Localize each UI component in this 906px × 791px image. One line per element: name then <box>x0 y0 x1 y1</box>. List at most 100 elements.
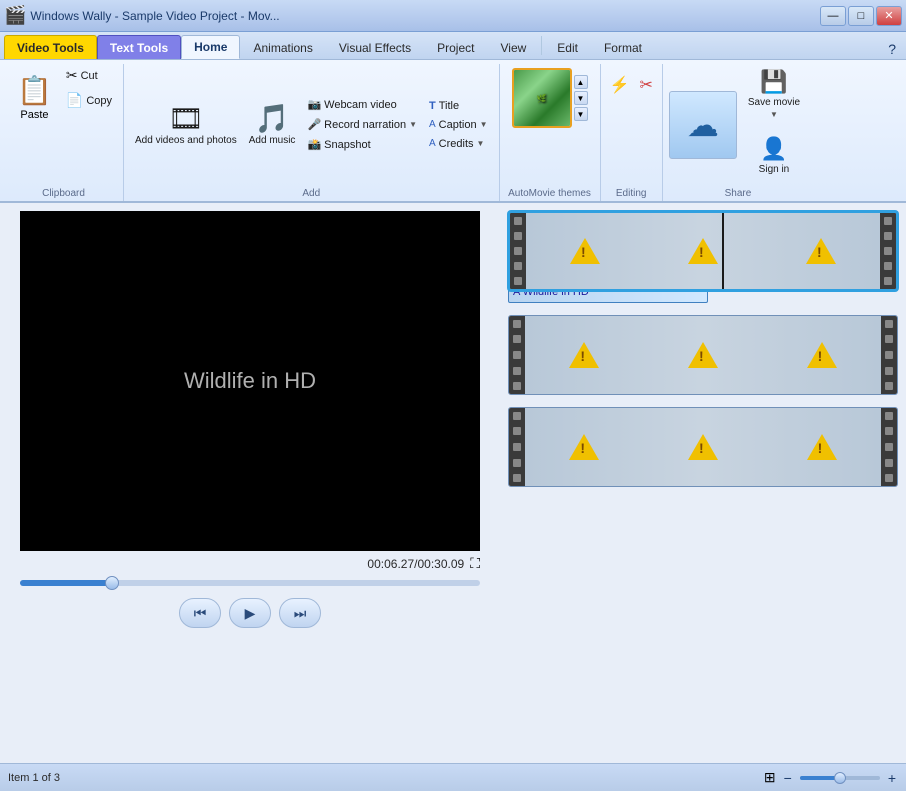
strip-content-2 <box>525 316 881 394</box>
fast-forward-button[interactable]: ⏭ <box>279 598 321 628</box>
record-narration-button[interactable]: 🎤 Record narration ▼ <box>302 115 422 134</box>
view-switch-icon[interactable]: ⊞ <box>764 769 776 786</box>
copy-button[interactable]: 📄 Copy <box>61 89 117 112</box>
video-preview: Wildlife in HD <box>20 211 480 551</box>
tab-video-tools[interactable]: Video Tools <box>4 35 97 59</box>
add-videos-icon: 🎞 <box>168 102 204 135</box>
strip-content-3 <box>525 408 881 486</box>
snapshot-button[interactable]: 📸 Snapshot <box>302 135 422 154</box>
tab-animations[interactable]: Animations <box>240 35 325 59</box>
music-icon: 🎵 <box>255 102 290 135</box>
film-edge-right-3 <box>881 408 897 486</box>
video-area: Wildlife in HD 00:06.27/00:30.09 ⛶ ⏮ ▶ ⏭ <box>0 203 500 763</box>
film-edge-left-1 <box>510 213 526 289</box>
clipboard-group-label: Clipboard <box>4 188 123 199</box>
add-group-label: Add <box>124 188 499 199</box>
credits-button[interactable]: A Credits ▼ <box>424 135 493 153</box>
main-content: Wildlife in HD 00:06.27/00:30.09 ⛶ ⏮ ▶ ⏭ <box>0 203 906 763</box>
close-button[interactable]: ✕ <box>876 6 902 26</box>
save-movie-button[interactable]: 💾 Save movie ▼ <box>741 64 807 124</box>
minimize-button[interactable]: — <box>820 6 846 26</box>
warning-triangle <box>569 434 599 460</box>
caption-button[interactable]: A Caption ▼ <box>424 116 493 134</box>
film-hole <box>513 412 521 420</box>
rewind-button[interactable]: ⏮ <box>179 598 221 628</box>
film-hole <box>514 277 522 285</box>
warning-icon-1c <box>806 238 836 264</box>
film-hole <box>514 232 522 240</box>
theme-scroll-buttons: ▲ ▼ ▼ <box>574 75 588 121</box>
zoom-thumb <box>834 772 846 784</box>
seek-thumb <box>105 576 119 590</box>
film-hole <box>885 367 893 375</box>
tab-view[interactable]: View <box>487 35 539 59</box>
title-button[interactable]: T Title <box>424 97 493 115</box>
tab-home[interactable]: Home <box>181 35 240 59</box>
transport-row: ⏮ ▶ ⏭ <box>179 598 321 628</box>
timeline-strip-1[interactable] <box>508 211 898 291</box>
fast-forward-icon: ⏭ <box>294 605 307 622</box>
help-button[interactable]: ? <box>882 39 902 59</box>
timeline-strip-2[interactable] <box>508 315 898 395</box>
zoom-slider[interactable] <box>800 776 880 780</box>
cut-copy-area: ✂ Cut 📄 Copy <box>61 64 117 112</box>
fullscreen-button[interactable]: ⛶ <box>470 555 480 572</box>
automovie-theme-item[interactable]: 🌿 <box>512 68 572 128</box>
save-dropdown-arrow: ▼ <box>770 110 778 119</box>
tab-edit[interactable]: Edit <box>544 35 591 59</box>
webcam-icon: 📷 <box>307 98 321 111</box>
film-hole <box>884 232 892 240</box>
add-right-col: 📷 Webcam video 🎤 Record narration ▼ 📸 Sn… <box>302 95 422 154</box>
ribbon-group-clipboard: 📋 Paste ✂ Cut 📄 Copy Clipboard <box>4 64 124 201</box>
zoom-in-button[interactable]: + <box>886 770 898 786</box>
cut-icon: ✂ <box>66 67 78 84</box>
window-controls: — □ ✕ <box>820 6 902 26</box>
tab-text-tools[interactable]: Text Tools <box>97 35 181 59</box>
theme-scroll-down[interactable]: ▼ <box>574 91 588 105</box>
film-hole <box>885 335 893 343</box>
status-bar: Item 1 of 3 ⊞ − + <box>0 763 906 791</box>
narration-dropdown-arrow: ▼ <box>409 120 417 129</box>
film-hole <box>513 320 521 328</box>
maximize-button[interactable]: □ <box>848 6 874 26</box>
film-hole <box>513 335 521 343</box>
timeline-area[interactable]: A Wildlife in HD <box>500 203 906 763</box>
save-to-cloud-button[interactable]: ☁ <box>669 91 737 159</box>
zoom-out-button[interactable]: − <box>782 770 794 786</box>
title-bar: 🎬 Windows Wally - Sample Video Project -… <box>0 0 906 32</box>
webcam-button[interactable]: 📷 Webcam video <box>302 95 422 114</box>
seek-bar[interactable] <box>20 580 480 586</box>
tab-project[interactable]: Project <box>424 35 487 59</box>
theme-scroll-up[interactable]: ▲ <box>574 75 588 89</box>
sign-in-button[interactable]: 👤 Sign in <box>741 125 807 185</box>
ribbon-tabs-row: Video Tools Text Tools Home Animations V… <box>0 32 906 60</box>
add-videos-button[interactable]: 🎞 Add videos and photos <box>130 92 242 158</box>
video-controls-row: 00:06.27/00:30.09 ⛶ <box>20 551 480 576</box>
ribbon-group-automovie: 🌿 ▲ ▼ ▼ AutoMovie themes <box>500 64 601 201</box>
paste-button[interactable]: 📋 Paste <box>10 64 59 130</box>
warning-triangle <box>688 434 718 460</box>
film-hole <box>514 217 522 225</box>
ribbon-group-share: ☁ 💾 Save movie ▼ 👤 Sign in Share <box>663 64 813 201</box>
add-right-col2: T Title A Caption ▼ A Credits ▼ <box>424 97 493 153</box>
warning-triangle <box>569 342 599 368</box>
timeline-strip-3[interactable] <box>508 407 898 487</box>
playhead <box>722 213 724 289</box>
play-button[interactable]: ▶ <box>229 598 271 628</box>
film-hole <box>885 443 893 451</box>
film-hole <box>513 351 521 359</box>
tab-visual-effects[interactable]: Visual Effects <box>326 35 424 59</box>
share-group-label: Share <box>663 188 813 199</box>
warning-icon-3b <box>688 434 718 460</box>
trim-tool-button[interactable]: ✂ <box>636 72 655 98</box>
theme-scroll-more[interactable]: ▼ <box>574 107 588 121</box>
film-hole <box>885 474 893 482</box>
cut-button[interactable]: ✂ Cut <box>61 64 117 87</box>
tab-format[interactable]: Format <box>591 35 655 59</box>
film-hole <box>885 427 893 435</box>
film-hole <box>885 382 893 390</box>
tab-separator <box>541 36 542 55</box>
add-music-button[interactable]: 🎵 Add music <box>244 92 301 158</box>
warning-icon-3a <box>569 434 599 460</box>
split-video-button[interactable]: ⚡ <box>607 72 633 98</box>
